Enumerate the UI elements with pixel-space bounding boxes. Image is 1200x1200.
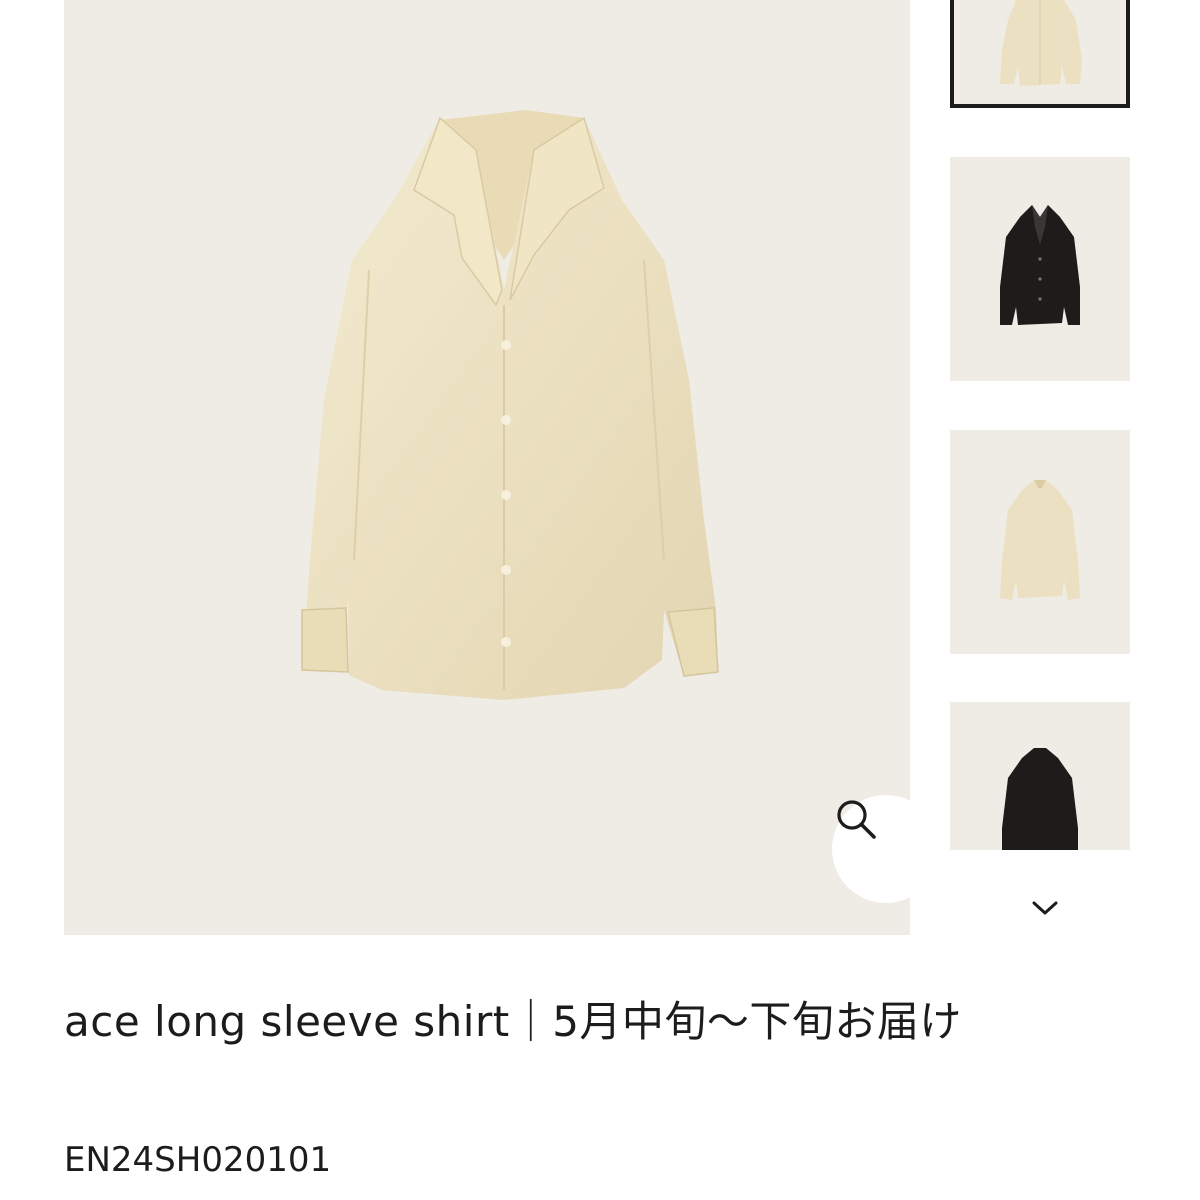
chevron-down-icon xyxy=(1032,900,1058,920)
zoom-button[interactable] xyxy=(832,795,940,903)
thumbnail-black-back[interactable] xyxy=(950,702,1130,850)
shirt-image xyxy=(301,110,719,700)
product-code: EN24SH020101 xyxy=(64,1140,332,1180)
main-product-image[interactable] xyxy=(64,0,940,935)
thumbnails-scroll-button[interactable] xyxy=(1020,890,1070,930)
thumbnail-ivory-front[interactable] xyxy=(950,0,1130,108)
thumbnail-ivory-back[interactable] xyxy=(950,430,1130,654)
product-title: ace long sleeve shirt｜5月中旬〜下旬お届け xyxy=(64,997,962,1046)
thumbnail-black-front[interactable] xyxy=(950,157,1130,381)
